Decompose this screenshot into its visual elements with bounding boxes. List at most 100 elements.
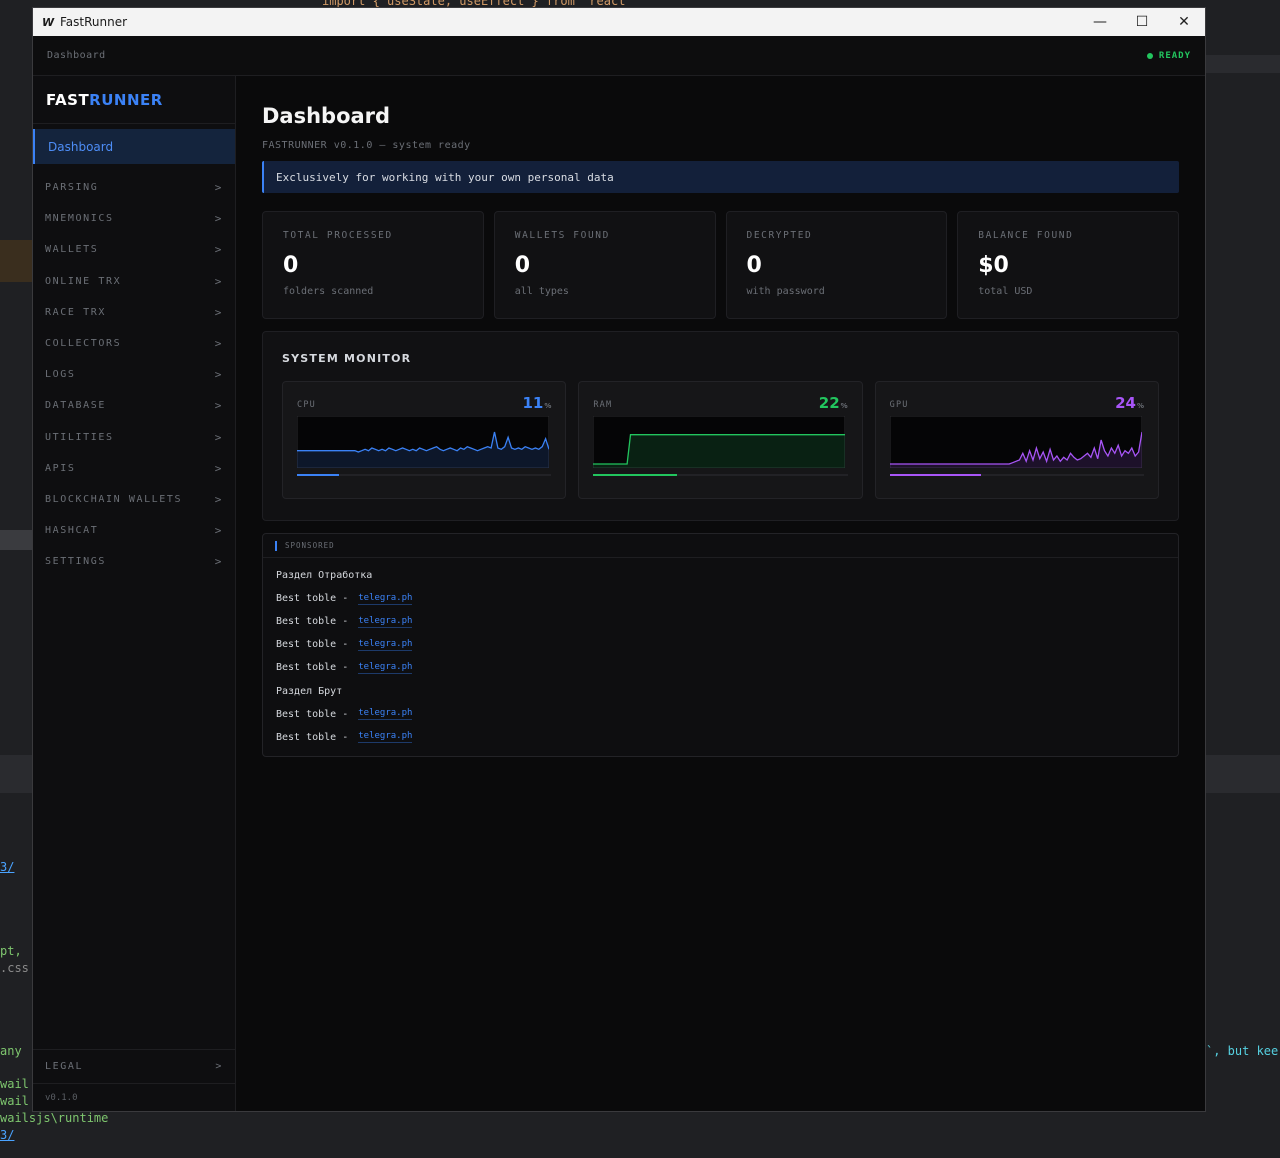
sponsored-link-row: Best toble - telegra.ph <box>276 726 1165 749</box>
sidebar-item-label: BLOCKCHAIN WALLETS <box>45 493 183 505</box>
main-content: Dashboard FASTRUNNER v0.1.0 — system rea… <box>236 76 1205 1111</box>
gauge-progress-fill <box>889 474 982 476</box>
status-text: READY <box>1158 50 1191 61</box>
gauge-ram: RAM 22% <box>578 381 863 499</box>
stat-caption: with password <box>746 286 825 297</box>
maximize-button[interactable]: ☐ <box>1121 8 1163 36</box>
sidebar-item-label: ONLINE TRX <box>45 275 122 287</box>
sponsored-panel: SPONSORED Раздел Отработка Best toble - te… <box>262 533 1179 757</box>
gauges-row: CPU 11% RAM 22% GPU 24% <box>282 381 1159 499</box>
gauge-progress-fill <box>593 474 678 476</box>
close-button[interactable]: ✕ <box>1163 8 1205 36</box>
sponsored-link-row: Best toble - telegra.ph <box>276 633 1165 656</box>
gauge-value: 11% <box>522 394 551 412</box>
sidebar-item-collectors[interactable]: COLLECTORS > <box>33 328 235 359</box>
gauge-sparkline-chart <box>889 416 1142 468</box>
sidebar-item-utilities[interactable]: UTILITIES > <box>33 422 235 453</box>
editor-fragment: .css <box>0 961 29 975</box>
chevron-right-icon: > <box>214 555 223 569</box>
gauge-sparkline-chart <box>593 416 846 468</box>
sidebar-item-label: LEGAL <box>45 1061 84 1072</box>
sidebar-item-blockchain-wallets[interactable]: BLOCKCHAIN WALLETS > <box>33 484 235 515</box>
sponsored-link[interactable]: telegra.ph <box>358 616 413 628</box>
sponsored-text: Best toble - <box>276 708 349 720</box>
sparkline-area <box>593 434 846 468</box>
gauge-value: 22% <box>819 394 848 412</box>
sponsored-section-heading: Раздел Брут <box>276 679 1165 702</box>
sponsored-text: Best toble - <box>276 593 349 605</box>
sidebar-item-hashcat[interactable]: HASHCAT > <box>33 515 235 546</box>
logo[interactable]: FAST RUNNER <box>33 76 235 124</box>
editor-panel-divider <box>0 755 32 793</box>
window-controls: — ☐ ✕ <box>1079 8 1205 36</box>
sponsored-text: Best toble - <box>276 662 349 674</box>
title-bar[interactable]: W FastRunner — ☐ ✕ <box>33 8 1205 36</box>
chevron-right-icon: > <box>214 430 223 444</box>
logo-text-runner: RUNNER <box>89 90 163 109</box>
version-label: v0.1.0 <box>33 1083 235 1111</box>
status-dot-icon <box>1146 52 1153 59</box>
sidebar-item-logs[interactable]: LOGS > <box>33 359 235 390</box>
sponsored-link[interactable]: telegra.ph <box>358 662 413 674</box>
sidebar-item-label: RACE TRX <box>45 306 106 318</box>
sponsored-header: SPONSORED <box>263 534 1178 558</box>
sidebar-item-database[interactable]: DATABASE > <box>33 390 235 421</box>
stat-label: BALANCE FOUND <box>978 230 1074 241</box>
monitor-title: SYSTEM MONITOR <box>282 352 412 365</box>
stats-row: TOTAL PROCESSED 0 folders scanned WALLETS F… <box>262 211 1179 319</box>
sidebar-item-online-trx[interactable]: ONLINE TRX > <box>33 266 235 297</box>
gauge-value: 24% <box>1115 394 1144 412</box>
stat-value: 0 <box>283 253 299 278</box>
stat-value: 0 <box>514 253 531 278</box>
sidebar-nav: PARSING > MNEMONICS > WALLETS > ONLINE TRX > RAC… <box>33 172 235 577</box>
sidebar-item-apis[interactable]: APIS > <box>33 453 235 484</box>
sponsored-text: Раздел Брут <box>276 685 343 697</box>
editor-highlight <box>0 240 32 282</box>
sidebar-item-parsing[interactable]: PARSING > <box>33 172 235 203</box>
sponsored-text: Best toble - <box>276 639 349 651</box>
gauge-value-number: 11 <box>522 394 544 412</box>
sponsored-link[interactable]: telegra.ph <box>358 639 413 651</box>
stat-card: TOTAL PROCESSED 0 folders scanned <box>262 211 484 319</box>
sponsored-link[interactable]: telegra.ph <box>358 731 413 744</box>
notice-banner: Exclusively for working with your own pe… <box>262 161 1179 193</box>
editor-panel-divider-right <box>1206 755 1280 793</box>
sidebar-item-mnemonics[interactable]: MNEMONICS > <box>33 203 235 234</box>
sponsored-link[interactable]: telegra.ph <box>358 593 413 605</box>
sponsored-link-row: Best toble - telegra.ph <box>276 610 1165 633</box>
sidebar-item-race-trx[interactable]: RACE TRX > <box>33 297 235 328</box>
sidebar-item-label: DATABASE <box>45 400 106 412</box>
page-title: Dashboard <box>262 104 391 128</box>
sidebar-item-label: APIS <box>45 462 76 474</box>
gauge-value-number: 24 <box>1115 394 1136 412</box>
app-window: W FastRunner — ☐ ✕ Dashboard READY FAST R… <box>32 7 1206 1112</box>
gauge-progress-fill <box>297 474 339 476</box>
chevron-right-icon: > <box>214 524 223 538</box>
logo-text-fast: FAST <box>46 90 90 109</box>
sponsored-link[interactable]: telegra.ph <box>358 708 413 721</box>
gauge-cpu: CPU 11% <box>282 381 567 499</box>
sidebar-item-label: WALLETS <box>45 244 99 256</box>
editor-fragment: `, but kee <box>1206 1044 1279 1058</box>
minimize-button[interactable]: — <box>1079 8 1121 36</box>
top-bar: Dashboard READY <box>33 36 1205 76</box>
stat-card: WALLETS FOUND 0 all types <box>493 211 716 319</box>
gauge-label: CPU <box>297 400 316 410</box>
chevron-right-icon: > <box>214 305 223 319</box>
stat-label: DECRYPTED <box>746 230 813 241</box>
stat-label: TOTAL PROCESSED <box>283 230 393 241</box>
editor-fragment: wail <box>0 1094 29 1108</box>
sidebar-item-settings[interactable]: SETTINGS > <box>33 546 235 577</box>
sidebar-item-label: COLLECTORS <box>45 338 122 350</box>
sidebar-item-wallets[interactable]: WALLETS > <box>33 234 235 265</box>
chevron-right-icon: > <box>214 368 223 382</box>
editor-fragment: wail <box>0 1077 29 1091</box>
gauge-progress-track <box>297 474 552 476</box>
sidebar-item-legal[interactable]: LEGAL > <box>33 1049 235 1083</box>
stat-value: $0 <box>978 253 1009 278</box>
stat-caption: all types <box>514 286 569 297</box>
sidebar-item-dashboard[interactable]: Dashboard <box>33 129 235 164</box>
editor-fragment: 3/ <box>0 1128 15 1142</box>
chevron-right-icon: > <box>214 492 223 506</box>
chevron-right-icon: > <box>214 399 223 413</box>
